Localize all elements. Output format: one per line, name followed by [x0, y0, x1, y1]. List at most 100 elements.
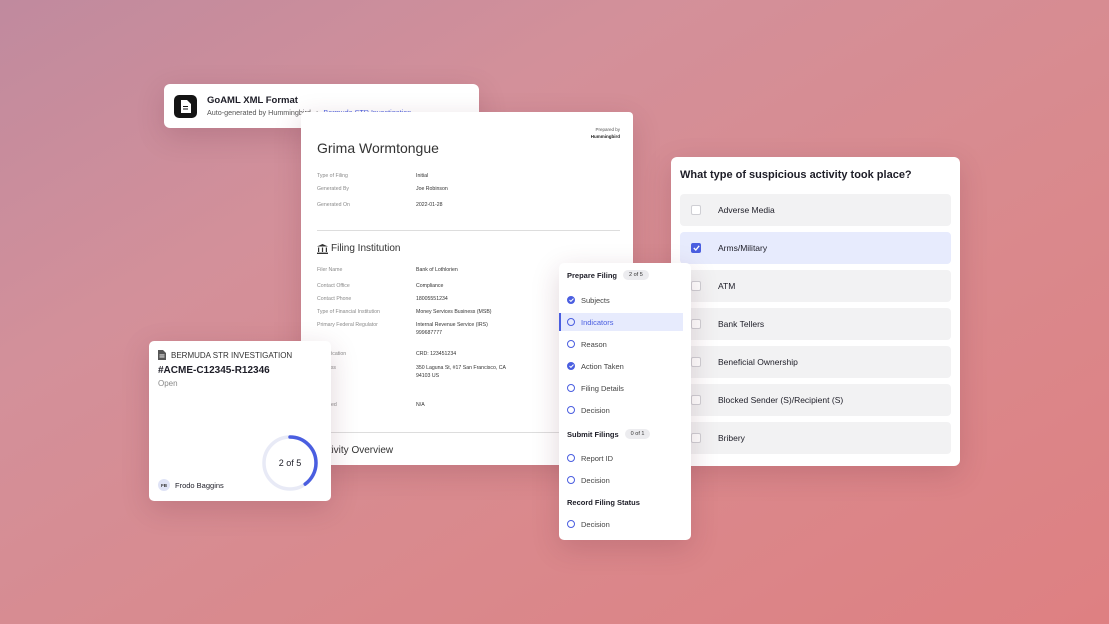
checkbox[interactable] — [691, 395, 701, 405]
suspicious-activity-question: What type of suspicious activity took pl… — [671, 157, 960, 466]
circle-icon — [567, 454, 575, 462]
group-submit-filings: Submit Filings 0 of 1 — [567, 429, 651, 439]
step-item[interactable]: Action Taken — [559, 357, 683, 375]
case-card[interactable]: BERMUDA STR INVESTIGATION #ACME-C12345-R… — [149, 341, 331, 501]
check-circle-icon — [567, 296, 575, 304]
group-record-filing-status: Record Filing Status — [567, 498, 640, 507]
field-value: 18005551234 — [416, 296, 448, 302]
header-title: GoAML XML Format — [207, 95, 298, 106]
check-circle-icon — [567, 362, 575, 370]
step-item[interactable]: Indicators — [559, 313, 683, 331]
progress-badge: 2 of 5 — [623, 270, 649, 280]
question-text: What type of suspicious activity took pl… — [680, 169, 912, 181]
case-id: #ACME-C12345-R12346 — [158, 365, 270, 376]
step-label: Filing Details — [581, 383, 624, 393]
step-item[interactable]: Report ID — [559, 449, 683, 467]
circle-icon — [567, 318, 575, 326]
step-label: Reason — [581, 339, 607, 349]
option-label: Arms/Military — [718, 243, 768, 253]
option-label: Bribery — [718, 433, 745, 443]
checkbox[interactable] — [691, 281, 701, 291]
document-icon — [158, 350, 166, 360]
field-value: N/A — [416, 402, 425, 408]
prepared-by-label: Prepared by — [595, 127, 620, 132]
assignee: FB Frodo Baggins — [158, 479, 224, 491]
field-label: Primary Federal Regulator — [317, 322, 378, 328]
field-label: Address — [317, 365, 412, 371]
step-label: Decision — [581, 475, 610, 485]
field-label: Generated By — [317, 186, 350, 192]
step-item[interactable]: Subjects — [559, 291, 683, 309]
checkbox[interactable] — [691, 205, 701, 215]
document-icon — [174, 94, 197, 118]
option-label: Adverse Media — [718, 205, 775, 215]
field-value: Initial — [416, 173, 429, 179]
case-label: BERMUDA STR INVESTIGATION — [158, 350, 292, 360]
circle-icon — [567, 340, 575, 348]
step-label: Subjects — [581, 295, 610, 305]
step-item[interactable]: Decision — [559, 471, 683, 489]
field-label: Contact Office — [317, 283, 350, 289]
step-label: Decision — [581, 519, 610, 529]
document-title: Grima Wormtongue — [317, 140, 439, 156]
field-value: Money Services Business (MSB) — [416, 309, 492, 315]
bank-icon — [317, 243, 328, 254]
checkbox[interactable] — [691, 319, 701, 329]
option-arms-military[interactable]: Arms/Military — [680, 232, 951, 264]
option-label: Bank Tellers — [718, 319, 765, 329]
divider — [317, 230, 620, 231]
progress-ring: 2 of 5 — [260, 433, 320, 493]
field-value: Internal Revenue Service (IRS) 999687777 — [416, 322, 488, 336]
checkbox-checked[interactable] — [691, 243, 701, 253]
field-label: Contact Phone — [317, 296, 352, 302]
option-label: Blocked Sender (S)/Recipient (S) — [718, 395, 844, 405]
field-label: Affiliated — [317, 402, 412, 408]
option-label: ATM — [718, 281, 736, 291]
header-subtitle: Auto-generated by Hummingbird — [207, 108, 311, 117]
group-title: Submit Filings — [567, 429, 619, 439]
option-bribery[interactable]: Bribery — [680, 422, 951, 454]
option-label: Beneficial Ownership — [718, 357, 798, 367]
field-value: Compliance — [416, 283, 444, 289]
step-item[interactable]: Filing Details — [559, 379, 683, 397]
case-type: BERMUDA STR INVESTIGATION — [171, 350, 293, 360]
check-icon — [692, 245, 700, 251]
step-label: Indicators — [581, 317, 614, 327]
field-value: 2022-01-28 — [416, 202, 443, 208]
field-label: Identification — [317, 351, 347, 357]
filing-steps-panel: Prepare Filing 2 of 5 Subjects Indicators… — [559, 263, 691, 540]
circle-icon — [567, 476, 575, 484]
assignee-name: Frodo Baggins — [175, 480, 224, 490]
option-blocked-sender-s-recipient-s[interactable]: Blocked Sender (S)/Recipient (S) — [680, 384, 951, 416]
field-value: Bank of Lothlorien — [416, 267, 458, 273]
checkbox[interactable] — [691, 357, 701, 367]
case-status: Open — [158, 379, 178, 388]
option-atm[interactable]: ATM — [680, 270, 951, 302]
option-bank-tellers[interactable]: Bank Tellers — [680, 308, 951, 340]
circle-icon — [567, 384, 575, 392]
step-item[interactable]: Decision — [559, 401, 683, 419]
section-title: Filing Institution — [331, 243, 401, 254]
field-label: Type of Filing — [317, 173, 348, 179]
field-value: CRD: 123451234 — [416, 351, 457, 357]
progress-text: 2 of 5 — [278, 458, 302, 468]
field-value: 350 Laguna St, #17 San Francisco, CA 941… — [416, 365, 506, 379]
field-label: Type of Financial Institution — [317, 309, 380, 315]
option-adverse-media[interactable]: Adverse Media — [680, 194, 951, 226]
avatar: FB — [158, 479, 170, 491]
option-beneficial-ownership[interactable]: Beneficial Ownership — [680, 346, 951, 378]
step-item[interactable]: Reason — [559, 335, 683, 353]
step-item[interactable]: Decision — [559, 515, 683, 533]
step-label: Action Taken — [581, 361, 624, 371]
group-title: Record Filing Status — [567, 498, 640, 507]
group-title: Prepare Filing — [567, 270, 618, 280]
field-label: Filer Name — [317, 267, 343, 273]
field-value: Joe Robinson — [416, 186, 448, 192]
checkbox[interactable] — [691, 433, 701, 443]
group-prepare-filing: Prepare Filing 2 of 5 — [567, 270, 649, 280]
progress-badge: 0 of 1 — [624, 429, 651, 439]
field-label: Generated On — [317, 202, 350, 208]
step-label: Decision — [581, 405, 610, 415]
section-filing-institution: Filing Institution — [317, 243, 400, 254]
circle-icon — [567, 520, 575, 528]
